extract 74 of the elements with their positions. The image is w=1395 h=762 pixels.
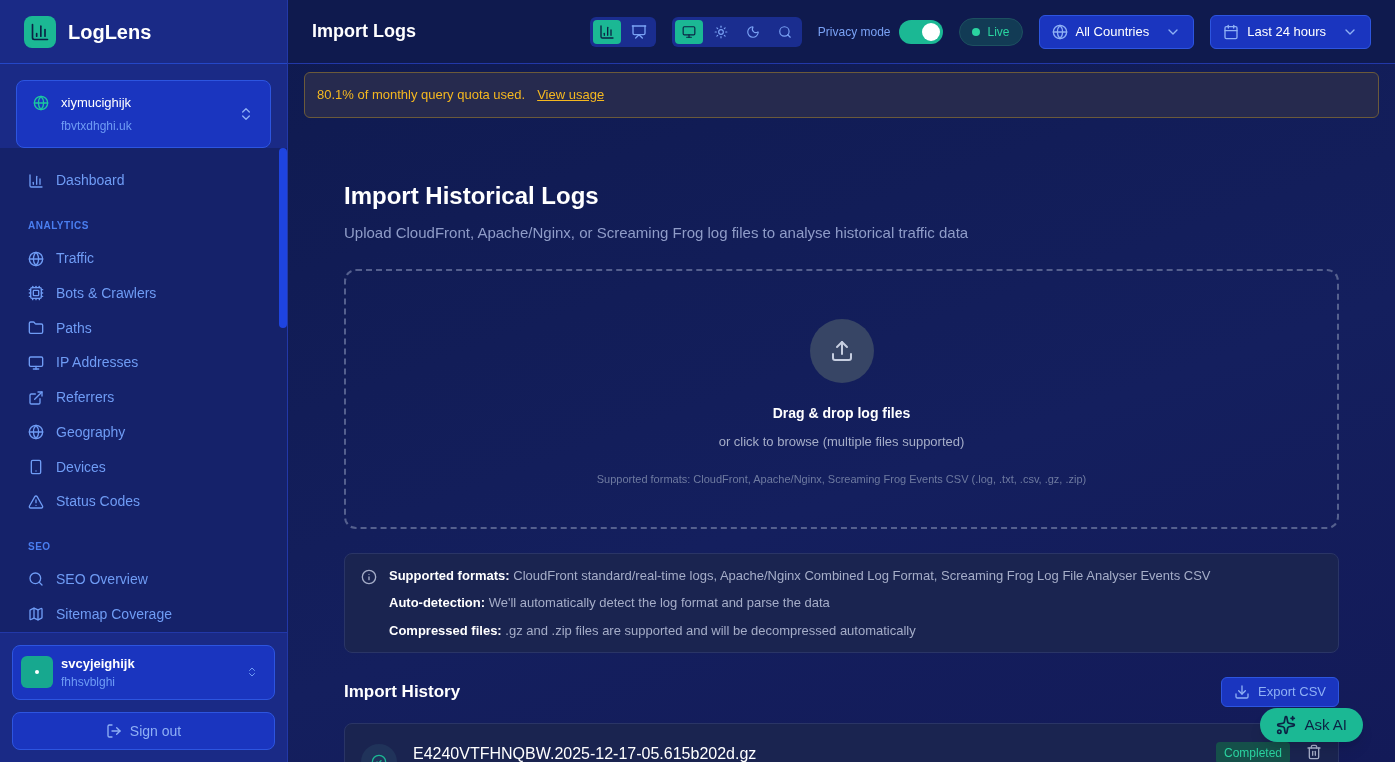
view-usage-link[interactable]: View usage (537, 85, 605, 105)
download-icon (1234, 684, 1251, 700)
country-dropdown[interactable]: All Countries (1038, 14, 1195, 49)
chip-icon (28, 285, 44, 302)
site-domain: fbvtxdhghi.uk (61, 117, 133, 135)
ask-ai-button[interactable]: Ask AI (1260, 708, 1363, 742)
site-name: xiymucighijk (61, 94, 133, 112)
alert-text: 80.1% of monthly query quota used. (317, 86, 526, 105)
drop-subtitle: or click to browse (multiple files supported) (718, 432, 965, 451)
monitor-icon (28, 354, 44, 371)
nav-item[interactable]: IP Addresses (0, 345, 279, 381)
warning-icon (28, 493, 44, 510)
date-range-dropdown[interactable]: Last 24 hours (1210, 14, 1371, 49)
user-sub: fhhsvblghi (61, 674, 117, 691)
logo-icon (24, 15, 56, 48)
page-title: Import Logs (312, 20, 416, 43)
user-name: svcyjeighijk (61, 654, 136, 673)
theme-button[interactable] (674, 19, 703, 44)
sign-out-icon (105, 723, 122, 739)
nav-item[interactable]: Traffic (0, 241, 279, 276)
chart-icon (28, 172, 44, 189)
nav-item[interactable]: Referrers (0, 380, 279, 415)
scrollbar[interactable] (279, 147, 287, 328)
chevrons-icon (246, 666, 258, 679)
external-link-icon (28, 389, 44, 406)
nav-item[interactable]: Sitemap Coverage (0, 596, 279, 632)
sun-icon (713, 24, 728, 39)
section-heading: ANALYTICS (27, 219, 90, 234)
status-badge: Completed (1215, 742, 1290, 762)
folder-icon (28, 320, 44, 337)
drop-zone[interactable]: Drag & drop log files or click to browse (multiple files supported) Supported formats: CloudFront, Apache/Nginx, Screaming Frog Events CSV (.log, .txt, .csv, .gz, .zip) (344, 268, 1339, 529)
monitor-icon (681, 24, 696, 39)
privacy-switch[interactable] (898, 19, 943, 44)
delete-icon[interactable] (1306, 744, 1322, 760)
sparkles-icon (1276, 715, 1297, 735)
sign-out-button[interactable]: Sign out (12, 712, 275, 750)
view-button[interactable] (592, 19, 621, 44)
calendar-icon (1223, 23, 1240, 40)
supported-formats: Supported formats: CloudFront, Apache/Nginx, Screaming Frog Events CSV (.log, .txt, .csv, .gz, .zip) (596, 472, 1087, 487)
globe-icon (28, 250, 44, 267)
search-icon (777, 24, 792, 39)
section-title: Import Historical Logs (344, 181, 600, 211)
globe-icon (1051, 23, 1068, 40)
presentation-icon (630, 23, 647, 40)
section-heading: SEO (27, 540, 52, 555)
live-badge: Live (958, 17, 1023, 46)
drop-title: Drag & drop log files (772, 403, 911, 423)
info-line: Auto-detection: We'll automatically detect the log format and parse the data (389, 594, 831, 612)
history-title: Import History (344, 681, 461, 704)
nav-item[interactable]: Status Codes (0, 484, 279, 520)
globe-icon (28, 424, 44, 441)
nav-item[interactable]: Bots & Crawlers (0, 275, 279, 311)
user-selector[interactable]: svcyjeighijk fhhsvblghi (12, 644, 275, 700)
phone-icon (28, 459, 44, 475)
info-icon (361, 568, 377, 585)
nav-item[interactable]: Dashboard (0, 163, 279, 199)
nav-item[interactable]: Paths (0, 310, 279, 346)
chart-icon (598, 23, 615, 40)
export-csv-button[interactable]: Export CSV (1221, 677, 1339, 707)
privacy-label: Privacy mode (817, 23, 891, 41)
site-selector[interactable]: xiymucighijk fbvtxdhghi.uk (16, 80, 271, 148)
nav-item[interactable]: Devices (0, 449, 279, 485)
info-line: Supported formats: CloudFront standard/real-time logs, Apache/Nginx Combined Log Format, Screaming Frog Log File Analyser Events CSV (389, 566, 1211, 585)
map-icon (28, 606, 44, 623)
search-icon (28, 571, 44, 588)
section-subtitle: Upload CloudFront, Apache/Nginx, or Screaming Frog log files to analyse historical traffic data (344, 223, 970, 243)
info-line: Compressed files: .gz and .zip files are supported and will be decompressed automatically (389, 621, 917, 640)
moon-icon (745, 24, 760, 39)
avatar (21, 656, 53, 689)
brand-name: LogLens (68, 19, 152, 45)
file-name: E4240VTFHNQBW.2025-12-17-05.615b202d.gz (413, 744, 758, 762)
nav-item[interactable]: Geography (0, 414, 279, 450)
nav-item[interactable]: SEO Overview (0, 562, 279, 597)
globe-icon (33, 95, 49, 111)
